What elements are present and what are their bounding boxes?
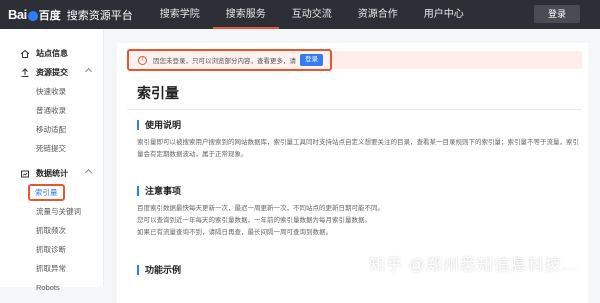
sidebar-item-deadlink-submit[interactable]: 死链提交 xyxy=(0,139,103,158)
sidebar-group-site-info[interactable]: 站点信息 xyxy=(0,44,103,63)
baidu-logo[interactable]: Bai 百度 搜索资源平台 xyxy=(8,0,133,29)
upload-icon xyxy=(20,67,30,78)
top-nav: 搜索学院 搜索服务 互动交流 资源合作 用户中心 xyxy=(147,0,477,29)
warning-icon: ! xyxy=(138,55,147,65)
nav-user-center[interactable]: 用户中心 xyxy=(411,0,477,29)
top-navigation-bar: Bai 百度 搜索资源平台 搜索学院 搜索服务 互动交流 资源合作 用户中心 登… xyxy=(0,0,600,29)
section-title-examples: 功能示例 xyxy=(137,265,181,275)
sidebar-item-crawl-frequency[interactable]: 抓取频次 xyxy=(0,221,103,240)
home-icon xyxy=(20,49,30,59)
sidebar-item-crawl-errors[interactable]: 抓取异常 xyxy=(0,259,103,278)
chevron-up-icon[interactable] xyxy=(84,67,93,76)
usage-description: 索引量即可以被搜索用户搜索到的网站数据库，索引量工具同时支持站点自定义想要关注的… xyxy=(137,139,579,158)
alert-message: 因您未登录，只可以浏览部分内容，查看更多，请 xyxy=(153,58,296,65)
nav-resource-cooperation[interactable]: 资源合作 xyxy=(345,0,411,29)
section-title-usage: 使用说明 xyxy=(137,120,181,130)
sidebar-item-normal-index[interactable]: 普通收录 xyxy=(0,101,103,120)
sidebar: 站点信息 资源提交 快速收录 普通收录 移动适配 死链提交 数据统计 索引量 流… xyxy=(0,29,104,292)
sidebar-group-label: 资源提交 xyxy=(36,68,68,77)
logo-text: Bai xyxy=(8,7,27,22)
logo-du: 百度 xyxy=(38,9,61,22)
title-divider xyxy=(127,109,582,110)
zhihu-watermark: 知乎 @郑州悉知信息科技... xyxy=(369,257,579,274)
sidebar-item-fast-index[interactable]: 快速收录 xyxy=(0,82,103,101)
notes-line-3: 如果已有流量查询不到，请隔日再查，最长间隔一周可查询到数据。 xyxy=(137,229,332,236)
chart-icon xyxy=(20,169,30,179)
nav-search-service[interactable]: 搜索服务 xyxy=(212,0,279,29)
sidebar-group-label: 站点信息 xyxy=(36,49,68,58)
sidebar-group-data-stats[interactable]: 数据统计 xyxy=(0,164,103,183)
page-title: 索引量 xyxy=(137,85,179,101)
sidebar-item-crawl-diagnosis[interactable]: 抓取诊断 xyxy=(0,240,103,259)
sidebar-group-resource-submit[interactable]: 资源提交 xyxy=(0,63,103,82)
sidebar-item-traffic-keywords[interactable]: 流量与关键词 xyxy=(0,202,103,221)
alert-login-button[interactable]: 登录 xyxy=(300,54,323,66)
sidebar-item-index-volume[interactable]: 索引量 xyxy=(0,183,103,202)
header-login-button[interactable]: 登录 xyxy=(534,5,580,23)
notes-line-2: 您可以查询到近一年每天的索引量数据，一年前的索引量数据为每月索引量数据。 xyxy=(137,217,371,224)
paw-icon xyxy=(27,10,38,21)
notes-line-1: 百度索引数据最快每天更新一次，最迟一周更新一次，不同站点的更新日期可能不同。 xyxy=(137,205,384,212)
sidebar-item-mobile-adapt[interactable]: 移动适配 xyxy=(0,120,103,139)
login-alert: ! 因您未登录，只可以浏览部分内容，查看更多，请 登录 xyxy=(127,49,332,71)
platform-name: 搜索资源平台 xyxy=(66,9,133,22)
sidebar-item-label: 索引量 xyxy=(28,184,65,201)
sidebar-group-label: 数据统计 xyxy=(36,169,68,178)
sidebar-item-robots[interactable]: Robots xyxy=(0,278,103,297)
section-title-notes: 注意事项 xyxy=(137,186,181,196)
nav-interaction[interactable]: 互动交流 xyxy=(279,0,345,29)
chevron-up-icon[interactable] xyxy=(84,168,93,177)
nav-search-academy[interactable]: 搜索学院 xyxy=(147,0,213,29)
main-content: ! 因您未登录，只可以浏览部分内容，查看更多，请 登录 索引量 使用说明 索引量… xyxy=(105,29,600,303)
